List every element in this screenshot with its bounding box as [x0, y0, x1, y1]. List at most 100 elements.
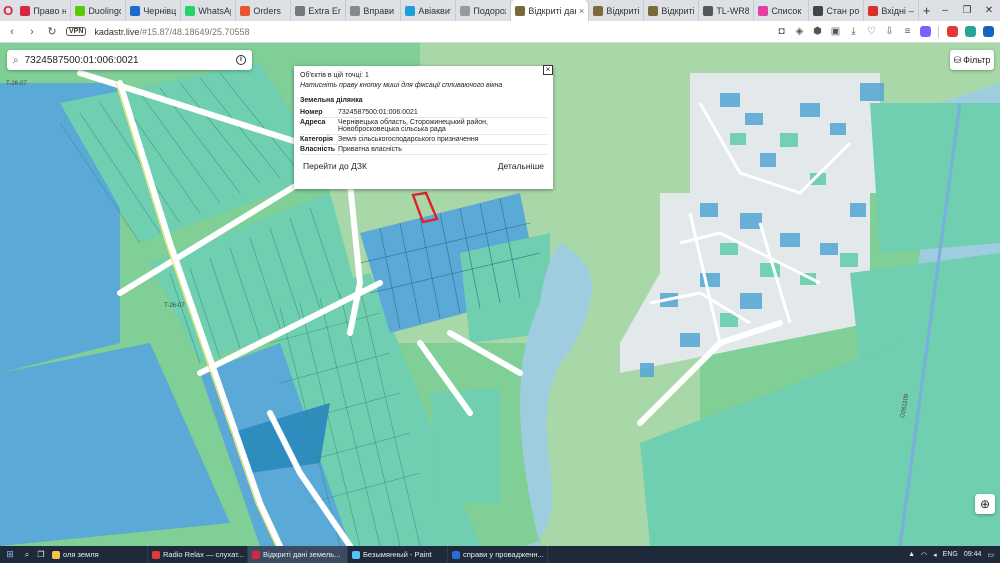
taskbar-app-label: Відкриті дані земель...: [263, 550, 341, 559]
windows-start-icon[interactable]: ⊞: [0, 549, 20, 560]
menu-icon[interactable]: ≡: [902, 26, 913, 37]
tab-label: WhatsApp: [198, 5, 231, 16]
camera-icon[interactable]: ◘: [776, 26, 787, 37]
adblock-icon[interactable]: [947, 26, 958, 37]
browser-tab[interactable]: Авіаквитки: [401, 0, 457, 21]
taskbar-app[interactable]: оля земля: [48, 546, 148, 563]
search-input[interactable]: [24, 54, 230, 66]
app-icon: [52, 550, 60, 559]
objects-count: Об'єктів в цій точці: 1: [300, 72, 369, 79]
locate-button[interactable]: ⊕: [975, 494, 995, 514]
tab-favicon-icon: [295, 5, 306, 16]
browser-tab[interactable]: Відкриті да: [589, 0, 645, 21]
info-key: Адреса: [300, 117, 338, 135]
app-icon: [152, 550, 160, 559]
close-window-button[interactable]: ✕: [978, 5, 1000, 16]
search-icon[interactable]: ⌕: [13, 55, 19, 66]
volume-icon[interactable]: ◂: [933, 551, 937, 559]
notifications-icon[interactable]: ▭: [987, 551, 994, 559]
tab-label: Duolingo: [88, 5, 122, 16]
browser-tab[interactable]: WhatsApp: [181, 0, 237, 21]
tab-label: Право на с: [33, 5, 66, 16]
details-link[interactable]: Детальніше: [498, 161, 544, 171]
extension-icon[interactable]: ⬢: [812, 26, 823, 37]
tab-favicon-icon: [703, 5, 714, 16]
minimize-button[interactable]: –: [934, 5, 956, 16]
reload-icon[interactable]: ↻: [46, 25, 58, 38]
close-popup-button[interactable]: ×: [543, 65, 553, 75]
tab-strip: O Право на с Duolingo Чернівці | L WhatsApp…: [0, 0, 1000, 21]
browser-tab[interactable]: Вправи з ан: [346, 0, 402, 21]
popup-hint: Натисніть праву кнопку миші для фіксації…: [300, 82, 503, 89]
clock[interactable]: 09:44: [964, 551, 982, 558]
tab-favicon-icon: [130, 5, 141, 16]
url-host: kadastr.live: [94, 26, 140, 37]
cube-icon[interactable]: ▣: [830, 26, 841, 37]
search-bar: ⌕ i: [7, 50, 252, 70]
search-taskbar-icon[interactable]: ⌕: [20, 550, 34, 560]
browser-tab[interactable]: Список авто: [754, 0, 810, 21]
download-tray-icon[interactable]: ⇩: [884, 26, 895, 37]
tab-favicon-icon: [648, 5, 659, 16]
wifi-icon[interactable]: ◠: [921, 551, 927, 559]
taskbar-app[interactable]: Безымянный - Paint: [348, 546, 448, 563]
heart-icon[interactable]: ♡: [866, 26, 877, 37]
road-label-mid: T-26-07: [164, 303, 185, 309]
language-indicator[interactable]: ENG: [943, 551, 958, 558]
taskbar-app[interactable]: справи у провадженн...: [448, 546, 548, 563]
info-key: Номер: [300, 108, 338, 118]
download-icon[interactable]: ⤓: [848, 26, 859, 37]
tab-label: Стан розгл: [826, 5, 860, 16]
browser-tab[interactable]: Відкриті дані земель×: [511, 0, 590, 21]
parcel-popup: × Об'єктів в цій точці: 1 Натисніть прав…: [294, 65, 553, 189]
opera-logo-icon[interactable]: O: [0, 0, 16, 21]
profile-icon[interactable]: [920, 26, 931, 37]
taskbar-app-label: оля земля: [63, 550, 99, 559]
tab-favicon-icon: [813, 5, 824, 16]
browser-tab[interactable]: Extra Englis: [291, 0, 347, 21]
address-bar: ‹ › ↻ VPN kadastr.live/#15.87/48.18649/2…: [0, 21, 1000, 43]
app-icon: [252, 550, 260, 559]
browser-tab[interactable]: Подорожі з: [456, 0, 512, 21]
toolbar-icons: ◘ ◈ ⬢ ▣ ⤓ ♡ ⇩ ≡: [776, 25, 994, 38]
tab-label: Orders: [253, 5, 281, 16]
parcel-large: [0, 343, 230, 546]
tab-favicon-icon: [405, 5, 416, 16]
info-value: 7324587500:01:006:0021: [338, 108, 547, 118]
filter-button[interactable]: ⛁ Фільтр: [950, 50, 994, 70]
tab-favicon-icon: [75, 5, 86, 16]
info-value: Землі сільськогосподарського призначення: [338, 134, 547, 145]
browser-tab[interactable]: Відкриті да: [644, 0, 700, 21]
new-tab-button[interactable]: +: [919, 3, 934, 18]
vpn-badge[interactable]: VPN: [66, 27, 87, 36]
browser-tab[interactable]: Вхідні —: [864, 0, 920, 21]
info-row: Категорія Землі сільськогосподарського пр…: [300, 134, 547, 145]
forward-icon[interactable]: ›: [26, 26, 38, 38]
extension-blue-icon[interactable]: [983, 26, 994, 37]
task-view-icon[interactable]: ❐: [34, 550, 48, 559]
info-value: Приватна власність: [338, 144, 547, 155]
shield-icon[interactable]: ◈: [794, 26, 805, 37]
restore-button[interactable]: ❐: [956, 5, 978, 16]
browser-tab[interactable]: Стан розгл: [809, 0, 865, 21]
section-title: Земельна ділянка: [300, 97, 363, 104]
tab-close-icon[interactable]: ×: [579, 6, 584, 16]
browser-tab[interactable]: Duolingo: [71, 0, 127, 21]
extension-green-icon[interactable]: [965, 26, 976, 37]
taskbar-app[interactable]: Radio Relax — слухат...: [148, 546, 248, 563]
taskbar-app[interactable]: Відкриті дані земель...: [248, 546, 348, 563]
tray-icon[interactable]: ▲: [908, 551, 915, 558]
back-icon[interactable]: ‹: [6, 26, 18, 38]
parcel-info-table: Номер 7324587500:01:006:0021 Адреса Черніве…: [300, 108, 547, 155]
browser-tab[interactable]: Orders: [236, 0, 292, 21]
tab-label: TL-WR841N: [716, 5, 750, 16]
browser-tab[interactable]: TL-WR841N: [699, 0, 755, 21]
url-field[interactable]: kadastr.live/#15.87/48.18649/25.70558: [94, 27, 249, 37]
browser-tab[interactable]: Чернівці | L: [126, 0, 182, 21]
info-row: Адреса Чернівецька область, Сторожинецьки…: [300, 117, 547, 135]
go-to-dzk-link[interactable]: Перейти до ДЗК: [303, 161, 367, 171]
browser-tab[interactable]: Право на с: [16, 0, 72, 21]
tab-favicon-icon: [868, 5, 879, 16]
crosshair-icon: ⊕: [979, 497, 991, 511]
info-icon[interactable]: i: [236, 55, 246, 65]
